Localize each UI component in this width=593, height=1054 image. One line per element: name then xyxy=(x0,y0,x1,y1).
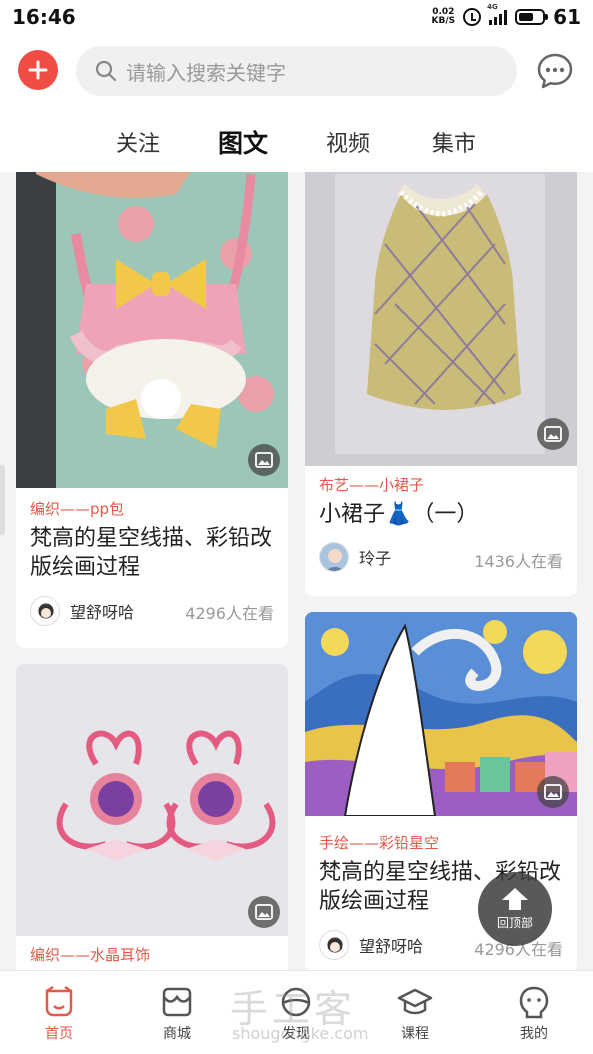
nav-home[interactable]: 首页 xyxy=(0,971,118,1054)
feed-card[interactable]: 编织——水晶耳饰 xyxy=(16,664,288,970)
back-to-top-label: 回顶部 xyxy=(496,915,533,930)
status-icons: 0.02 KB/S 4G 61 xyxy=(431,3,581,29)
back-to-top-button[interactable]: 回顶部 xyxy=(478,872,552,946)
author-name: 玲子 xyxy=(359,549,392,568)
search-icon xyxy=(95,60,117,82)
view-count: 4296人在看 xyxy=(185,604,274,623)
message-button[interactable] xyxy=(534,50,576,92)
search-bar[interactable]: 请输入搜索关键字 xyxy=(76,46,517,96)
view-count: 1436人在看 xyxy=(474,552,563,571)
app-header: 请输入搜索关键字 关注 图文 视频 集市 xyxy=(0,34,593,172)
arrow-up-icon xyxy=(502,887,528,900)
card-author: 望舒呀哈 xyxy=(30,596,134,626)
card-author: 望舒呀哈 xyxy=(319,930,423,960)
feed: 编织——pp包 梵高的星空线描、彩铅改版绘画过程 望舒呀哈 4296人在看 布艺… xyxy=(0,172,593,970)
card-image xyxy=(305,172,577,466)
shop-icon xyxy=(162,987,192,1017)
avatar xyxy=(319,930,349,960)
status-time: 16:46 xyxy=(12,5,76,29)
card-title: 小裙子👗（一） xyxy=(319,502,479,527)
image-type-icon xyxy=(248,444,280,476)
signal-icon: 4G xyxy=(487,3,508,25)
author-name: 望舒呀哈 xyxy=(359,937,424,956)
tab-market[interactable]: 集市 xyxy=(432,126,476,158)
card-title: 梵高的星空线描、彩铅改版绘画过程 xyxy=(30,526,273,580)
tab-follow[interactable]: 关注 xyxy=(116,126,160,158)
watermark-site: shougongke.com xyxy=(232,1024,369,1043)
status-bar: 16:46 0.02 KB/S 4G 61 xyxy=(0,0,593,34)
feed-card[interactable]: 编织——pp包 梵高的星空线描、彩铅改版绘画过程 望舒呀哈 4296人在看 xyxy=(16,172,288,648)
card-author: 玲子 xyxy=(319,542,391,572)
avatar xyxy=(30,596,60,626)
card-category: 编织——pp包 xyxy=(30,500,125,518)
image-type-icon xyxy=(537,776,569,808)
author-name: 望舒呀哈 xyxy=(70,603,135,622)
card-image xyxy=(305,612,577,816)
image-type-icon xyxy=(248,896,280,928)
card-category: 布艺——小裙子 xyxy=(319,476,425,494)
nav-profile[interactable]: 我的 xyxy=(475,971,593,1054)
create-button[interactable] xyxy=(18,50,58,90)
content-tabs: 关注 图文 视频 集市 xyxy=(0,122,593,162)
feed-card[interactable]: 布艺——小裙子 小裙子👗（一） 玲子 1436人在看 xyxy=(305,172,577,596)
card-image xyxy=(16,172,288,488)
nav-shop[interactable]: 商城 xyxy=(118,971,236,1054)
image-type-icon xyxy=(537,418,569,450)
avatar xyxy=(319,542,349,572)
search-placeholder: 请输入搜索关键字 xyxy=(126,60,286,85)
net-speed: 0.02 KB/S xyxy=(431,7,456,26)
card-category: 编织——水晶耳饰 xyxy=(30,946,151,964)
plus-icon xyxy=(28,60,48,80)
nav-course[interactable]: 课程 xyxy=(356,971,474,1054)
tab-video[interactable]: 视频 xyxy=(326,126,370,158)
course-icon xyxy=(397,988,433,1015)
home-icon xyxy=(45,985,73,1017)
profile-icon xyxy=(519,986,549,1019)
alarm-icon xyxy=(463,8,482,26)
tab-image-text[interactable]: 图文 xyxy=(218,124,268,160)
card-category: 手绘——彩铅星空 xyxy=(319,834,440,852)
battery-level: 61 xyxy=(553,5,581,29)
chat-bubble-icon xyxy=(537,53,573,89)
battery-icon xyxy=(515,9,549,25)
card-image xyxy=(16,664,288,936)
